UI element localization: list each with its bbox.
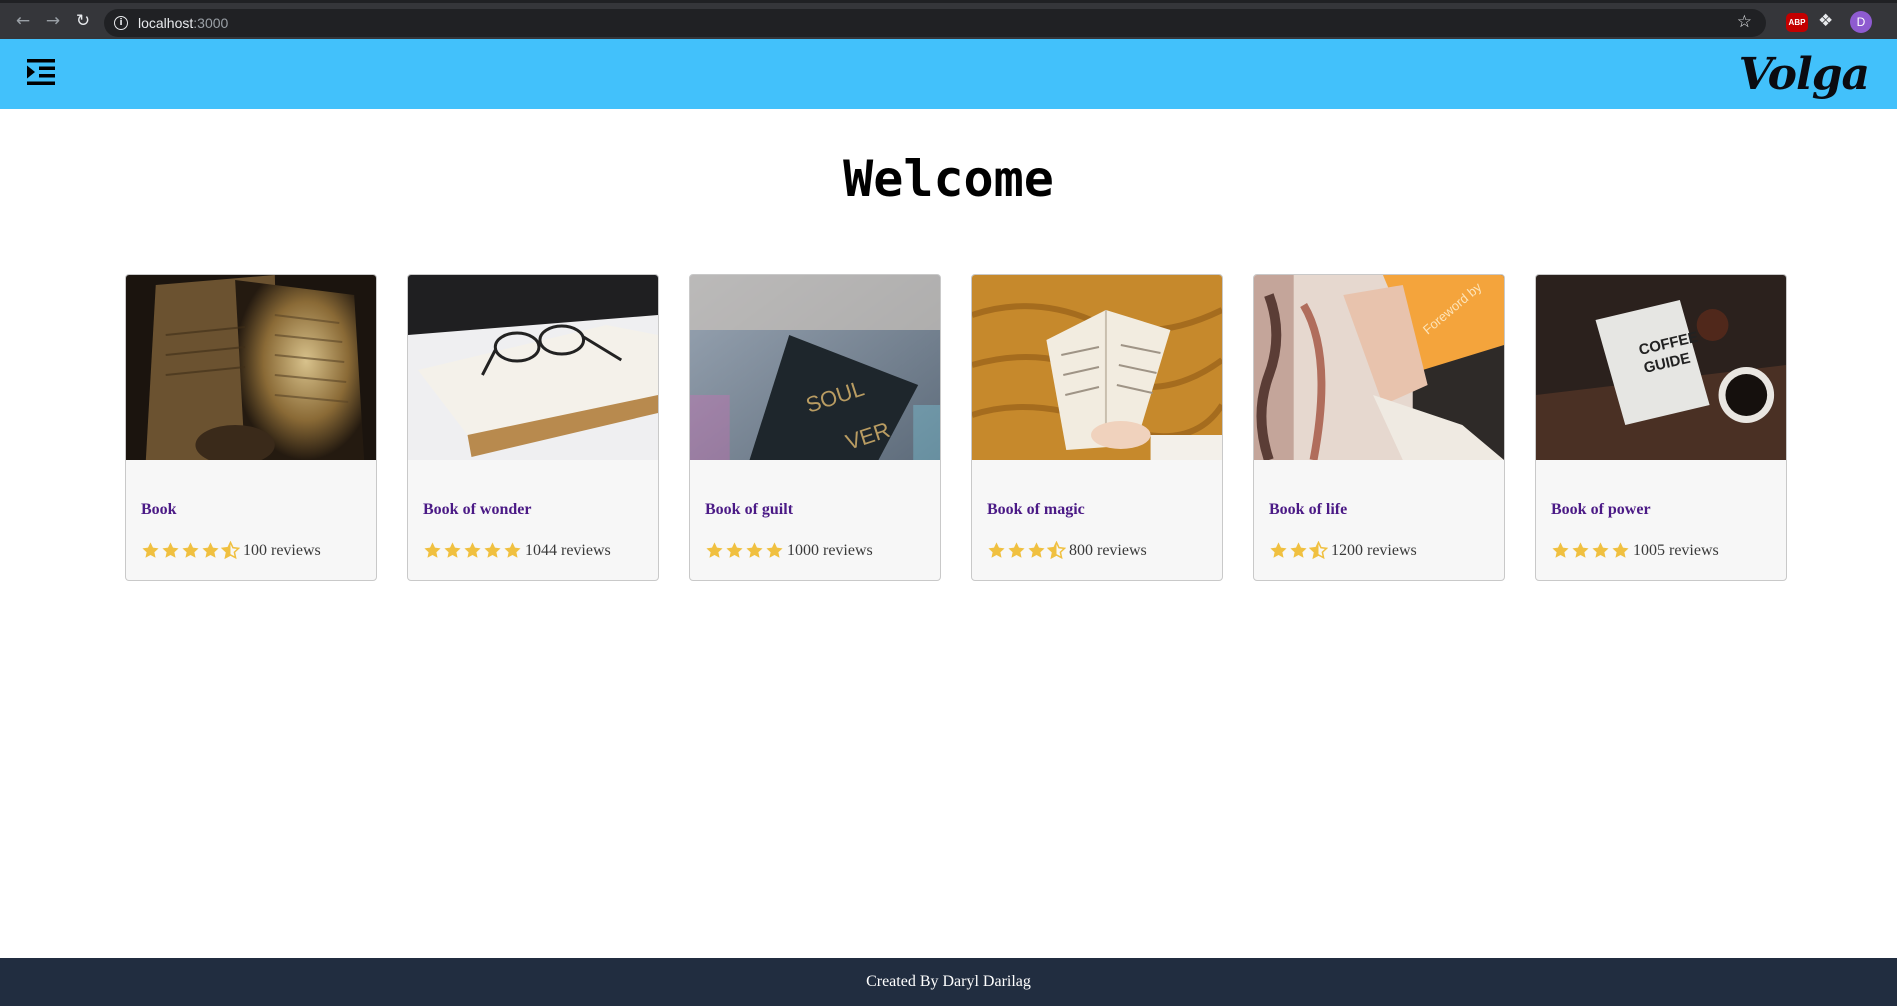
page-title: Welcome xyxy=(843,150,1054,208)
review-count: 1044 reviews xyxy=(525,541,611,559)
book-card[interactable]: Foreword by Book of life 1200 reviews xyxy=(1253,274,1505,581)
review-count: 800 reviews xyxy=(1069,541,1147,559)
star-full-icon xyxy=(766,542,783,558)
rating-row: 1044 reviews xyxy=(423,541,611,560)
menu-indent-icon[interactable] xyxy=(27,58,55,86)
star-rating xyxy=(987,541,1067,560)
profile-avatar[interactable]: D xyxy=(1850,11,1872,33)
footer: Created By Daryl Darilag xyxy=(0,958,1897,1006)
book-card[interactable]: SOUL VER Book of guilt 1000 reviews xyxy=(689,274,941,581)
star-full-icon xyxy=(746,542,763,558)
star-full-icon xyxy=(484,542,501,558)
star-half-icon xyxy=(221,541,240,560)
book-cover-image: SOUL VER xyxy=(690,275,940,460)
book-title[interactable]: Book of guilt xyxy=(705,501,793,519)
book-card[interactable]: Book of wonder 1044 reviews xyxy=(407,274,659,581)
star-full-icon xyxy=(424,542,441,558)
forward-icon[interactable]: → xyxy=(38,6,68,36)
review-count: 1005 reviews xyxy=(1633,541,1719,559)
browser-toolbar: ← → ↻ i localhost:3000 ☆ ABP ❖ D xyxy=(0,0,1897,39)
book-cover-image: COFFEE GUIDE xyxy=(1536,275,1786,460)
star-full-icon xyxy=(706,542,723,558)
book-cover-image xyxy=(126,275,376,460)
star-full-icon xyxy=(1270,542,1287,558)
star-rating xyxy=(705,541,785,560)
review-count: 1200 reviews xyxy=(1331,541,1417,559)
adblock-extension-icon[interactable]: ABP xyxy=(1786,13,1808,32)
brand-logo[interactable]: Volga xyxy=(1739,49,1870,100)
site-info-icon[interactable]: i xyxy=(114,16,128,30)
star-half-icon xyxy=(1047,541,1066,560)
review-count: 100 reviews xyxy=(243,541,321,559)
book-cover-image: Foreword by xyxy=(1254,275,1504,460)
rating-row: 1005 reviews xyxy=(1551,541,1719,560)
star-full-icon xyxy=(726,542,743,558)
star-full-icon xyxy=(504,542,521,558)
rating-row: 800 reviews xyxy=(987,541,1147,560)
star-rating xyxy=(1269,541,1329,560)
star-full-icon xyxy=(1612,542,1629,558)
extensions-puzzle-icon[interactable]: ❖ xyxy=(1818,11,1833,31)
star-full-icon xyxy=(162,542,179,558)
review-count: 1000 reviews xyxy=(787,541,873,559)
book-title[interactable]: Book of magic xyxy=(987,501,1085,519)
star-full-icon xyxy=(182,542,199,558)
star-full-icon xyxy=(1290,542,1307,558)
book-title[interactable]: Book xyxy=(141,501,177,519)
star-full-icon xyxy=(464,542,481,558)
address-bar[interactable]: i localhost:3000 ☆ xyxy=(104,9,1766,37)
book-card[interactable]: COFFEE GUIDE Book of power 1005 reviews xyxy=(1535,274,1787,581)
bookmark-star-icon[interactable]: ☆ xyxy=(1737,12,1752,32)
star-full-icon xyxy=(142,542,159,558)
star-full-icon xyxy=(1552,542,1569,558)
rating-row: 100 reviews xyxy=(141,541,321,560)
app-header: Volga xyxy=(0,39,1897,109)
footer-credit: Created By Daryl Darilag xyxy=(866,973,1031,990)
star-full-icon xyxy=(988,542,1005,558)
book-title[interactable]: Book of power xyxy=(1551,501,1651,519)
star-full-icon xyxy=(1572,542,1589,558)
book-title[interactable]: Book of wonder xyxy=(423,501,531,519)
star-full-icon xyxy=(1592,542,1609,558)
url-text: localhost:3000 xyxy=(138,15,229,31)
star-full-icon xyxy=(444,542,461,558)
book-card[interactable]: Book 100 reviews xyxy=(125,274,377,581)
book-title[interactable]: Book of life xyxy=(1269,501,1347,519)
star-rating xyxy=(141,541,241,560)
star-full-icon xyxy=(1008,542,1025,558)
back-icon[interactable]: ← xyxy=(8,6,38,36)
star-half-icon xyxy=(1309,541,1328,560)
reload-icon[interactable]: ↻ xyxy=(68,6,98,36)
rating-row: 1000 reviews xyxy=(705,541,873,560)
book-cover-image xyxy=(408,275,658,460)
star-rating xyxy=(1551,541,1631,560)
book-cover-image xyxy=(972,275,1222,460)
book-card[interactable]: Book of magic 800 reviews xyxy=(971,274,1223,581)
rating-row: 1200 reviews xyxy=(1269,541,1417,560)
star-full-icon xyxy=(1028,542,1045,558)
star-rating xyxy=(423,541,523,560)
star-full-icon xyxy=(202,542,219,558)
